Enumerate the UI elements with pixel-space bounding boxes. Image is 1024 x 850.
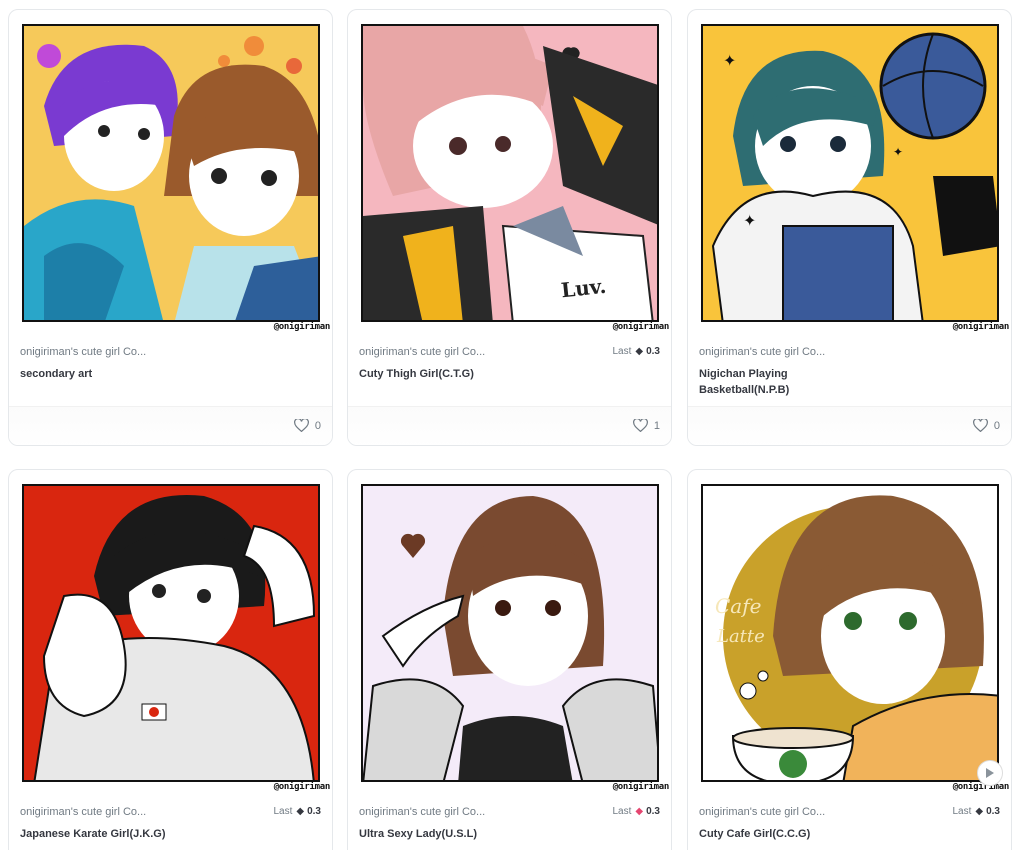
- artist-credit: @onigiriman: [273, 322, 330, 332]
- artwork-frame: Luv.: [361, 24, 659, 322]
- eth-icon: ◆: [975, 806, 984, 817]
- svg-text:✦: ✦: [743, 213, 756, 230]
- last-price: Last ◆ 0.3: [273, 806, 321, 817]
- nft-image[interactable]: ✦ ✦ ✦ @onigiriman: [699, 22, 1009, 332]
- eth-icon: ◆: [296, 806, 305, 817]
- card-footer: 1: [348, 406, 671, 445]
- svg-text:✦: ✦: [893, 145, 903, 159]
- collection-name[interactable]: onigiriman's cute girl Co...: [20, 346, 170, 358]
- like-count: 1: [653, 419, 660, 432]
- collection-name[interactable]: onigiriman's cute girl Co...: [359, 806, 509, 818]
- nft-title[interactable]: Ultra Sexy Lady(U.S.L): [359, 826, 559, 842]
- play-button[interactable]: [977, 760, 1003, 786]
- collection-name[interactable]: onigiriman's cute girl Co...: [699, 346, 849, 358]
- price-value: 0.3: [307, 806, 321, 817]
- collection-name[interactable]: onigiriman's cute girl Co...: [20, 806, 170, 818]
- art-text-cafe: Cafe: [715, 594, 762, 618]
- last-price: Last ◆ 0.3: [952, 806, 1000, 817]
- art-text-luv: Luv.: [559, 273, 608, 303]
- nft-image[interactable]: Luv. @onigiriman: [359, 22, 669, 332]
- heart-icon: [293, 419, 309, 432]
- artwork-illustration: [363, 486, 657, 780]
- nft-image[interactable]: @onigiriman: [359, 482, 669, 792]
- price-value: 0.3: [646, 346, 660, 357]
- artist-credit: @onigiriman: [612, 782, 669, 792]
- price-value: 0.3: [986, 806, 1000, 817]
- artist-credit: @onigiriman: [612, 322, 669, 332]
- artist-credit: @onigiriman: [952, 322, 1009, 332]
- card-info: onigiriman's cute girl Co... Nigichan Pl…: [699, 346, 1000, 396]
- card-info: onigiriman's cute girl Co... Ultra Sexy …: [359, 806, 660, 850]
- nft-title[interactable]: Cuty Thigh Girl(C.T.G): [359, 366, 559, 382]
- like-count: 0: [993, 419, 1000, 432]
- last-price: Last ◆ 0.3: [612, 806, 660, 817]
- price-label: Last: [952, 806, 972, 817]
- price-label: Last: [273, 806, 293, 817]
- artwork-frame: [22, 484, 320, 782]
- artist-credit: @onigiriman: [952, 782, 1009, 792]
- card-footer: 0: [9, 406, 332, 445]
- favorite-button[interactable]: 0: [972, 419, 1000, 432]
- eth-icon: ◆: [635, 346, 644, 357]
- svg-text:✦: ✦: [723, 53, 736, 70]
- nft-card[interactable]: @onigiriman onigiriman's cute girl Co...…: [8, 469, 333, 850]
- nft-title[interactable]: Japanese Karate Girl(J.K.G): [20, 826, 220, 842]
- price-label: Last: [612, 346, 632, 357]
- artwork-frame: [22, 24, 320, 322]
- nft-card[interactable]: ✦ ✦ ✦ @onigiriman onigiriman's cute girl …: [687, 9, 1012, 446]
- art-text-latte: Latte: [717, 626, 765, 647]
- artwork-frame: [361, 484, 659, 782]
- card-info: onigiriman's cute girl Co... Cuty Cafe G…: [699, 806, 1000, 850]
- card-info: onigiriman's cute girl Co... Japanese Ka…: [20, 806, 321, 850]
- favorite-button[interactable]: 1: [632, 419, 660, 432]
- nft-title[interactable]: secondary art: [20, 366, 220, 382]
- heart-icon: [972, 419, 988, 432]
- artwork-frame: ✦ ✦ ✦: [701, 24, 999, 322]
- nft-title[interactable]: Nigichan Playing Basketball(N.P.B): [699, 366, 809, 398]
- nft-image[interactable]: @onigiriman: [20, 22, 330, 332]
- artwork-illustration: [24, 26, 318, 320]
- card-info: onigiriman's cute girl Co... Cuty Thigh …: [359, 346, 660, 396]
- card-info: onigiriman's cute girl Co... secondary a…: [20, 346, 321, 396]
- eth-icon: ◆: [635, 806, 644, 817]
- artwork-frame: Cafe Latte: [701, 484, 999, 782]
- card-footer: 0: [688, 406, 1011, 445]
- artwork-illustration: ✦ ✦ ✦: [703, 26, 997, 320]
- nft-card[interactable]: Cafe Latte @onigiriman onigiriman's cute…: [687, 469, 1012, 850]
- artwork-illustration: [24, 486, 318, 780]
- nft-grid: @onigiriman onigiriman's cute girl Co...…: [0, 0, 1024, 850]
- price-label: Last: [612, 806, 632, 817]
- last-price: Last ◆ 0.3: [612, 346, 660, 357]
- nft-card[interactable]: @onigiriman onigiriman's cute girl Co...…: [8, 9, 333, 446]
- heart-icon: [632, 419, 648, 432]
- nft-card[interactable]: Luv. @onigiriman onigiriman's cute girl …: [347, 9, 672, 446]
- nft-card[interactable]: @onigiriman onigiriman's cute girl Co...…: [347, 469, 672, 850]
- like-count: 0: [314, 419, 321, 432]
- artwork-illustration: [363, 26, 657, 320]
- favorite-button[interactable]: 0: [293, 419, 321, 432]
- nft-image[interactable]: @onigiriman: [20, 482, 330, 792]
- nft-title[interactable]: Cuty Cafe Girl(C.C.G): [699, 826, 899, 842]
- artist-credit: @onigiriman: [273, 782, 330, 792]
- play-icon: [986, 768, 994, 778]
- collection-name[interactable]: onigiriman's cute girl Co...: [359, 346, 509, 358]
- collection-name[interactable]: onigiriman's cute girl Co...: [699, 806, 849, 818]
- price-value: 0.3: [646, 806, 660, 817]
- nft-image[interactable]: Cafe Latte @onigiriman: [699, 482, 1009, 792]
